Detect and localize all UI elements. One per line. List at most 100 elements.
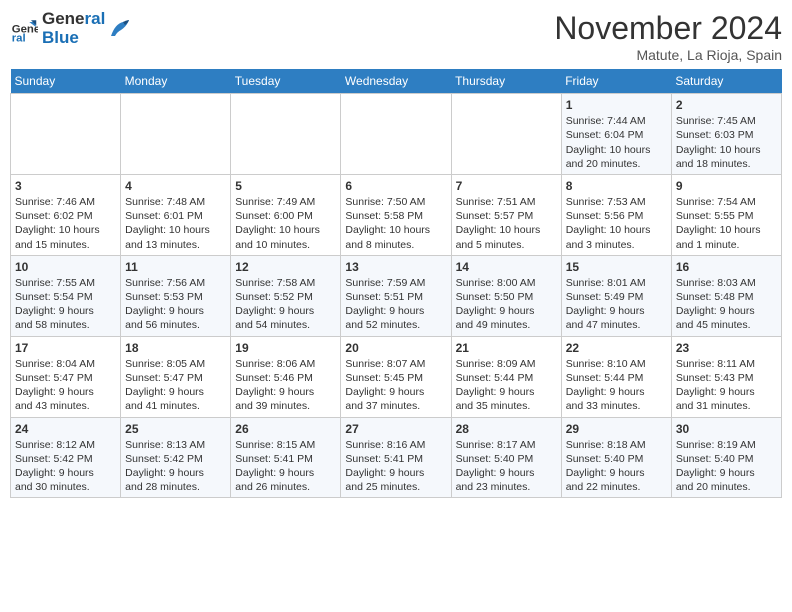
day-info: and 49 minutes.: [456, 318, 557, 332]
day-info: Sunrise: 8:04 AM: [15, 357, 116, 371]
day-info: and 31 minutes.: [676, 399, 777, 413]
day-info: and 45 minutes.: [676, 318, 777, 332]
day-info: Daylight: 9 hours: [676, 304, 777, 318]
day-number: 7: [456, 178, 557, 194]
day-info: Sunrise: 7:51 AM: [456, 195, 557, 209]
day-number: 20: [345, 340, 446, 356]
day-info: Sunrise: 8:05 AM: [125, 357, 226, 371]
calendar-cell: 8Sunrise: 7:53 AMSunset: 5:56 PMDaylight…: [561, 174, 671, 255]
day-info: and 39 minutes.: [235, 399, 336, 413]
calendar-cell: 27Sunrise: 8:16 AMSunset: 5:41 PMDayligh…: [341, 417, 451, 498]
day-info: Sunset: 5:51 PM: [345, 290, 446, 304]
day-info: Sunset: 5:40 PM: [566, 452, 667, 466]
day-info: Sunset: 5:54 PM: [15, 290, 116, 304]
day-info: Daylight: 9 hours: [676, 385, 777, 399]
day-info: and 43 minutes.: [15, 399, 116, 413]
logo: Gene ral General Blue: [10, 10, 129, 47]
day-info: Sunset: 6:00 PM: [235, 209, 336, 223]
day-info: Daylight: 10 hours: [676, 223, 777, 237]
day-info: Daylight: 9 hours: [345, 466, 446, 480]
day-number: 2: [676, 97, 777, 113]
calendar-cell: 11Sunrise: 7:56 AMSunset: 5:53 PMDayligh…: [121, 255, 231, 336]
day-number: 29: [566, 421, 667, 437]
day-info: Daylight: 9 hours: [566, 385, 667, 399]
day-number: 30: [676, 421, 777, 437]
day-info: and 20 minutes.: [676, 480, 777, 494]
calendar-cell: 29Sunrise: 8:18 AMSunset: 5:40 PMDayligh…: [561, 417, 671, 498]
calendar-week-4: 17Sunrise: 8:04 AMSunset: 5:47 PMDayligh…: [11, 336, 782, 417]
day-info: Sunrise: 8:11 AM: [676, 357, 777, 371]
day-info: Daylight: 10 hours: [456, 223, 557, 237]
day-info: and 26 minutes.: [235, 480, 336, 494]
calendar-cell: 5Sunrise: 7:49 AMSunset: 6:00 PMDaylight…: [231, 174, 341, 255]
calendar-week-3: 10Sunrise: 7:55 AMSunset: 5:54 PMDayligh…: [11, 255, 782, 336]
calendar-cell: [231, 94, 341, 175]
day-number: 19: [235, 340, 336, 356]
day-info: Sunset: 6:03 PM: [676, 128, 777, 142]
day-number: 24: [15, 421, 116, 437]
logo-bird-icon: [109, 18, 129, 40]
calendar-cell: 4Sunrise: 7:48 AMSunset: 6:01 PMDaylight…: [121, 174, 231, 255]
day-info: Daylight: 9 hours: [15, 466, 116, 480]
day-info: Sunrise: 7:48 AM: [125, 195, 226, 209]
day-info: Sunrise: 7:59 AM: [345, 276, 446, 290]
day-info: Sunrise: 7:54 AM: [676, 195, 777, 209]
day-info: Sunrise: 8:19 AM: [676, 438, 777, 452]
calendar-cell: 19Sunrise: 8:06 AMSunset: 5:46 PMDayligh…: [231, 336, 341, 417]
day-info: Sunset: 5:43 PM: [676, 371, 777, 385]
day-info: Sunset: 5:58 PM: [345, 209, 446, 223]
calendar-cell: 2Sunrise: 7:45 AMSunset: 6:03 PMDaylight…: [671, 94, 781, 175]
day-info: Daylight: 9 hours: [235, 385, 336, 399]
day-info: and 13 minutes.: [125, 238, 226, 252]
day-info: Daylight: 9 hours: [456, 385, 557, 399]
day-info: Sunset: 5:55 PM: [676, 209, 777, 223]
weekday-header-saturday: Saturday: [671, 69, 781, 94]
day-info: and 23 minutes.: [456, 480, 557, 494]
day-info: Sunset: 5:44 PM: [566, 371, 667, 385]
day-info: Daylight: 9 hours: [125, 385, 226, 399]
calendar-cell: 28Sunrise: 8:17 AMSunset: 5:40 PMDayligh…: [451, 417, 561, 498]
day-info: Sunrise: 7:49 AM: [235, 195, 336, 209]
day-info: and 37 minutes.: [345, 399, 446, 413]
day-info: and 56 minutes.: [125, 318, 226, 332]
day-info: Daylight: 9 hours: [235, 466, 336, 480]
month-title: November 2024: [554, 10, 782, 47]
day-number: 15: [566, 259, 667, 275]
calendar-cell: 30Sunrise: 8:19 AMSunset: 5:40 PMDayligh…: [671, 417, 781, 498]
day-number: 13: [345, 259, 446, 275]
day-info: and 25 minutes.: [345, 480, 446, 494]
day-info: Sunrise: 8:00 AM: [456, 276, 557, 290]
day-info: and 58 minutes.: [15, 318, 116, 332]
day-info: Sunset: 5:42 PM: [125, 452, 226, 466]
day-info: Daylight: 9 hours: [345, 385, 446, 399]
day-info: Daylight: 10 hours: [15, 223, 116, 237]
calendar-week-2: 3Sunrise: 7:46 AMSunset: 6:02 PMDaylight…: [11, 174, 782, 255]
calendar-cell: 7Sunrise: 7:51 AMSunset: 5:57 PMDaylight…: [451, 174, 561, 255]
day-number: 22: [566, 340, 667, 356]
weekday-header-tuesday: Tuesday: [231, 69, 341, 94]
weekday-header-row: SundayMondayTuesdayWednesdayThursdayFrid…: [11, 69, 782, 94]
calendar-cell: 10Sunrise: 7:55 AMSunset: 5:54 PMDayligh…: [11, 255, 121, 336]
day-number: 28: [456, 421, 557, 437]
day-info: Sunrise: 8:01 AM: [566, 276, 667, 290]
calendar-cell: [121, 94, 231, 175]
calendar-cell: 3Sunrise: 7:46 AMSunset: 6:02 PMDaylight…: [11, 174, 121, 255]
day-info: and 41 minutes.: [125, 399, 226, 413]
calendar-cell: 24Sunrise: 8:12 AMSunset: 5:42 PMDayligh…: [11, 417, 121, 498]
calendar-cell: 1Sunrise: 7:44 AMSunset: 6:04 PMDaylight…: [561, 94, 671, 175]
calendar-cell: 16Sunrise: 8:03 AMSunset: 5:48 PMDayligh…: [671, 255, 781, 336]
day-info: and 35 minutes.: [456, 399, 557, 413]
day-info: and 10 minutes.: [235, 238, 336, 252]
day-info: Sunrise: 8:17 AM: [456, 438, 557, 452]
calendar-cell: 18Sunrise: 8:05 AMSunset: 5:47 PMDayligh…: [121, 336, 231, 417]
day-number: 10: [15, 259, 116, 275]
day-info: Daylight: 10 hours: [125, 223, 226, 237]
day-info: Daylight: 9 hours: [456, 466, 557, 480]
day-info: Sunset: 5:52 PM: [235, 290, 336, 304]
day-info: Daylight: 10 hours: [345, 223, 446, 237]
day-info: Sunrise: 7:53 AM: [566, 195, 667, 209]
calendar-cell: 23Sunrise: 8:11 AMSunset: 5:43 PMDayligh…: [671, 336, 781, 417]
day-info: Sunrise: 8:10 AM: [566, 357, 667, 371]
calendar-cell: 13Sunrise: 7:59 AMSunset: 5:51 PMDayligh…: [341, 255, 451, 336]
day-number: 8: [566, 178, 667, 194]
